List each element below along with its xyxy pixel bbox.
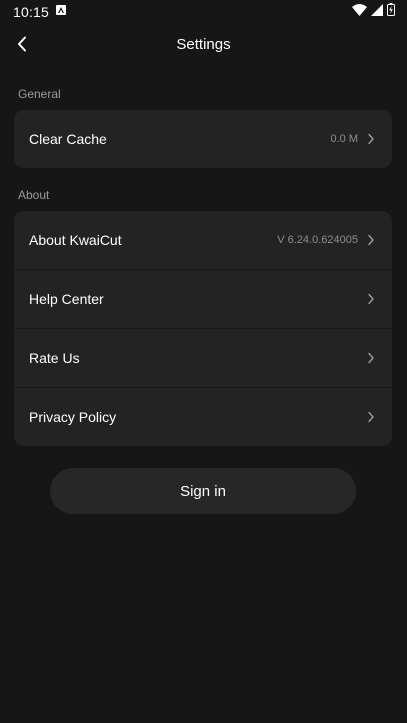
app-notification-icon bbox=[56, 5, 66, 15]
row-label: Help Center bbox=[29, 291, 104, 307]
version-value: V 6.24.0.624005 bbox=[277, 234, 358, 246]
status-icons bbox=[352, 3, 395, 21]
page-title: Settings bbox=[176, 36, 231, 53]
chevron-right-icon bbox=[368, 411, 374, 423]
general-card: Clear Cache 0.0 M bbox=[14, 110, 392, 168]
section-label-about: About bbox=[18, 188, 50, 202]
help-center-row[interactable]: Help Center bbox=[14, 269, 392, 328]
header: Settings bbox=[0, 24, 407, 66]
wifi-icon bbox=[352, 3, 367, 21]
row-label: About KwaiCut bbox=[29, 232, 122, 248]
status-bar: 10:15 bbox=[0, 0, 407, 24]
row-label: Privacy Policy bbox=[29, 409, 117, 425]
cache-size-value: 0.0 M bbox=[330, 133, 358, 145]
signal-icon bbox=[371, 3, 383, 21]
sign-in-button[interactable]: Sign in bbox=[50, 468, 356, 514]
chevron-right-icon bbox=[368, 293, 374, 305]
rate-us-row[interactable]: Rate Us bbox=[14, 328, 392, 387]
chevron-right-icon bbox=[368, 352, 374, 364]
chevron-right-icon bbox=[368, 234, 374, 246]
about-card: About KwaiCut V 6.24.0.624005 Help Cente… bbox=[14, 211, 392, 446]
status-time: 10:15 bbox=[13, 4, 50, 20]
chevron-right-icon bbox=[368, 133, 374, 145]
about-kwaicut-row[interactable]: About KwaiCut V 6.24.0.624005 bbox=[14, 211, 392, 269]
battery-icon bbox=[387, 3, 395, 21]
row-label: Clear Cache bbox=[29, 131, 107, 147]
row-label: Rate Us bbox=[29, 350, 80, 366]
privacy-policy-row[interactable]: Privacy Policy bbox=[14, 387, 392, 446]
clear-cache-row[interactable]: Clear Cache 0.0 M bbox=[14, 110, 392, 168]
section-label-general: General bbox=[18, 87, 61, 101]
